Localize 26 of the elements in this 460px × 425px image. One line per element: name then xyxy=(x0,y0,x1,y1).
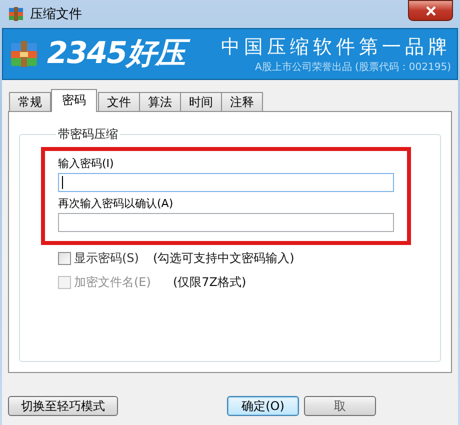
group-title: 带密码压缩 xyxy=(57,126,119,143)
tab[interactable]: 算法 xyxy=(139,92,181,111)
field-label: 再次输入密码以确认(A) xyxy=(58,197,174,211)
tab[interactable]: 密码 xyxy=(51,89,97,112)
tab[interactable]: 时间 xyxy=(180,92,222,111)
banner-subtitle: A股上市公司荣誉出品 (股票代码：002195) xyxy=(255,60,451,74)
close-icon xyxy=(426,6,436,16)
tab[interactable]: 注释 xyxy=(221,92,263,111)
tab[interactable]: 常规 xyxy=(9,92,51,111)
option-note: (仅限7Z格式) xyxy=(172,274,246,291)
password-field[interactable] xyxy=(58,213,394,232)
close-button[interactable] xyxy=(408,0,453,21)
checkbox[interactable] xyxy=(58,252,71,265)
tab[interactable]: 文件 xyxy=(98,92,140,111)
logo-text: 2345好压 xyxy=(45,34,190,74)
slogan: 中国压缩软件第一品牌 xyxy=(221,35,451,60)
password-field[interactable] xyxy=(58,173,394,192)
button[interactable]: 切换至轻巧模式 xyxy=(8,396,118,416)
button[interactable]: 取 xyxy=(304,396,376,416)
archive-logo-icon xyxy=(9,39,39,69)
window-title: 压缩文件 xyxy=(30,6,82,23)
field-label: 输入密码(I) xyxy=(58,157,115,171)
option-note: (勾选可支持中文密码输入) xyxy=(152,250,294,267)
checkbox-label[interactable]: 显示密码(S) xyxy=(74,250,139,267)
app-icon xyxy=(8,6,24,22)
button[interactable]: 确定(O) xyxy=(227,396,299,416)
